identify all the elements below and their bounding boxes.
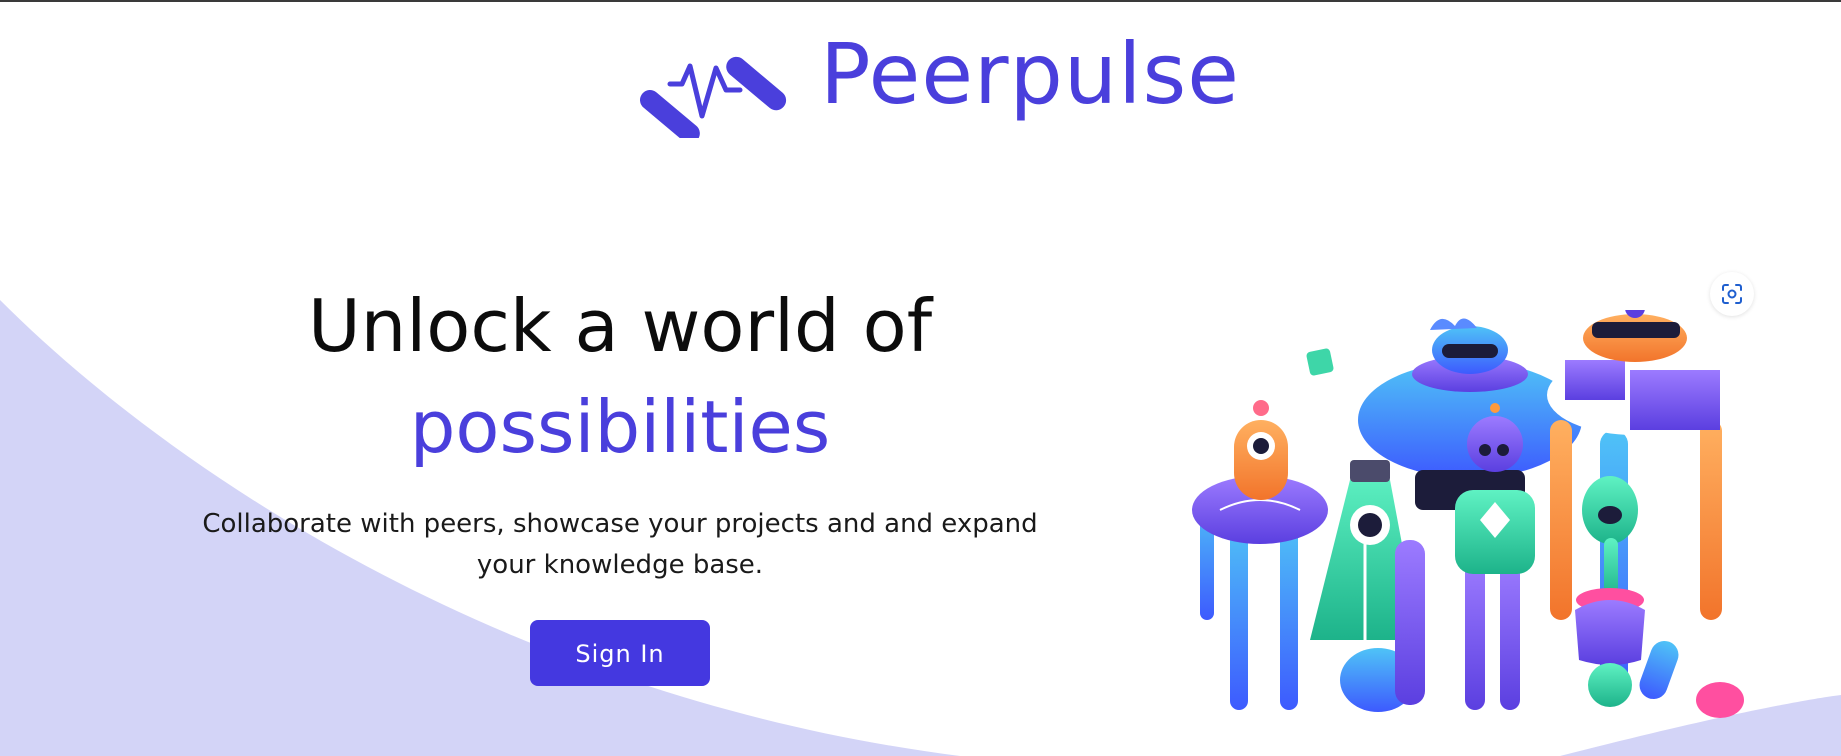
- hero-headline-accent: possibilities: [409, 385, 831, 469]
- hero-section: Unlock a world of possibilities Collabor…: [150, 280, 1090, 686]
- hero-headline: Unlock a world of: [307, 284, 933, 368]
- brand-logo[interactable]: Peerpulse: [640, 25, 1240, 138]
- brand-name: Peerpulse: [820, 25, 1240, 123]
- hero-subtitle: Collaborate with peers, showcase your pr…: [202, 509, 1038, 580]
- landing-page: Peerpulse Unlock a world of possibilitie…: [0, 0, 1841, 756]
- characters-illustration: [1192, 310, 1744, 718]
- pulse-wave-icon: [640, 56, 787, 138]
- sign-in-button[interactable]: Sign In: [530, 620, 710, 686]
- visual-search-icon: [1722, 284, 1742, 304]
